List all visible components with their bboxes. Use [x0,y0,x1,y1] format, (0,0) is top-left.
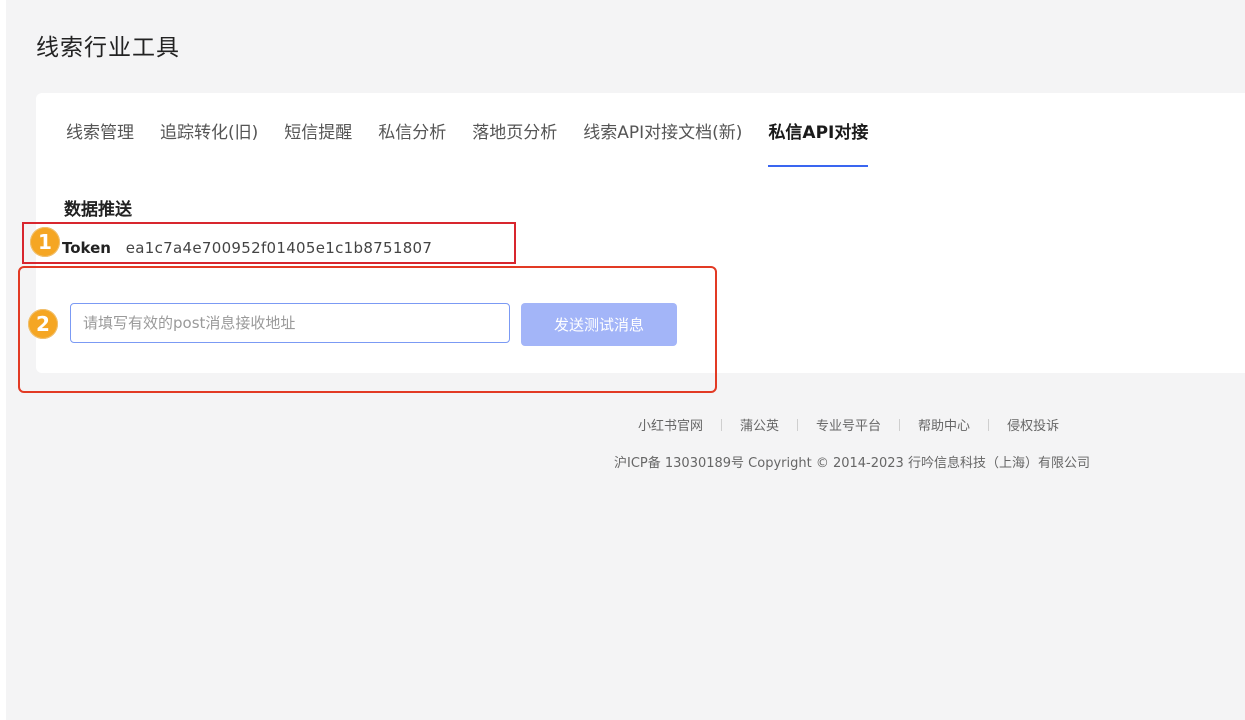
footer-divider [721,418,723,431]
annotation-box-token [22,222,516,264]
page: 线索行业工具 线索管理 追踪转化(旧) 短信提醒 私信分析 落地页分析 线索AP… [0,0,1245,720]
footer-divider [899,418,901,431]
footer-links: 小红书官网 蒲公英 专业号平台 帮助中心 侵权投诉 [638,415,1059,434]
tab-landing-page-analysis[interactable]: 落地页分析 [472,93,557,173]
footer-link-help-center[interactable]: 帮助中心 [918,415,970,434]
tab-bar: 线索管理 追踪转化(旧) 短信提醒 私信分析 落地页分析 线索API对接文档(新… [66,93,894,173]
footer-copyright: 沪ICP备 13030189号 Copyright © 2014-2023 行吟… [614,456,1090,471]
tab-dm-analysis[interactable]: 私信分析 [378,93,446,173]
annotation-box-url [18,266,717,393]
annotation-badge-1: 1 [30,227,60,257]
footer-divider [988,418,990,431]
page-title: 线索行业工具 [36,35,180,61]
footer-link-official-site[interactable]: 小红书官网 [638,415,703,434]
tab-sms-reminder[interactable]: 短信提醒 [284,93,352,173]
footer-link-infringement[interactable]: 侵权投诉 [1007,415,1059,434]
tab-tracking-conversion-old[interactable]: 追踪转化(旧) [160,93,258,173]
footer-divider [797,418,799,431]
tab-dm-api[interactable]: 私信API对接 [768,93,868,173]
footer-link-pugongying[interactable]: 蒲公英 [740,415,779,434]
section-title: 数据推送 [64,200,132,220]
tab-lead-api-docs-new[interactable]: 线索API对接文档(新) [583,93,742,173]
annotation-badge-2: 2 [28,309,58,339]
footer-link-pro-platform[interactable]: 专业号平台 [816,415,881,434]
tab-lead-management[interactable]: 线索管理 [66,93,134,173]
